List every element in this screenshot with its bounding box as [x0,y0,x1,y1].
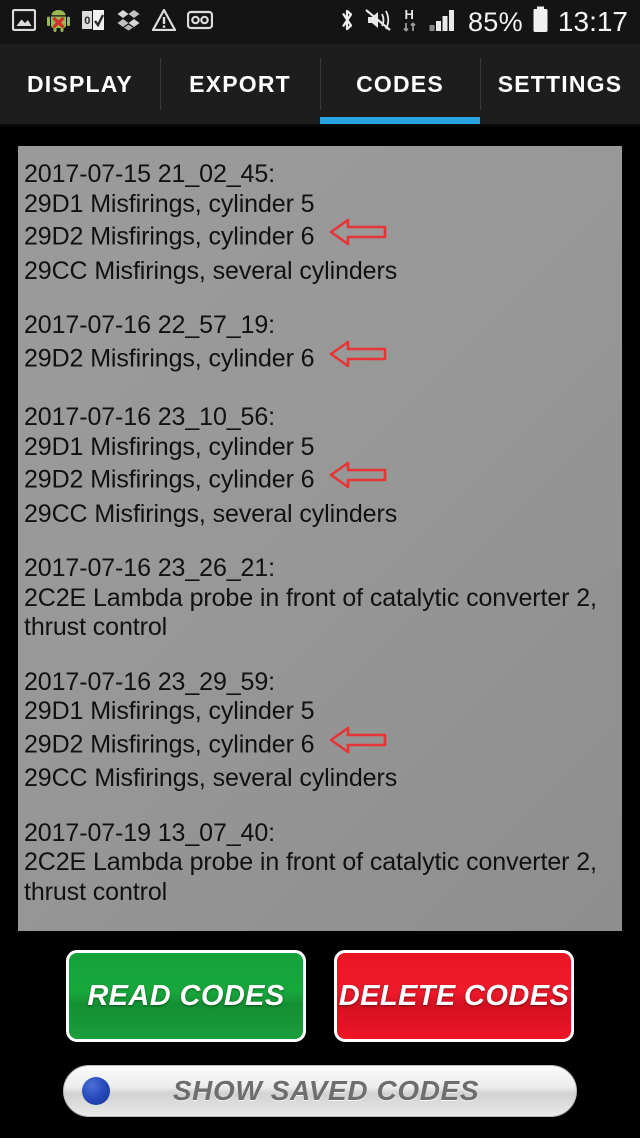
image-broken-icon [11,8,37,36]
svg-text:0: 0 [84,15,90,27]
code-entry-text: 29D1 Misfirings, cylinder 5 [24,432,315,461]
code-entry: 29D1 Misfirings, cylinder 5 [24,190,614,220]
email-icon: 0 [81,9,105,36]
status-bar: 0 H 85% 13:17 [0,0,640,44]
code-entry-text: 29D1 Misfirings, cylinder 5 [24,697,315,725]
show-saved-codes-row: SHOW SAVED CODES [0,1060,640,1122]
code-block: 2017-07-16 23_26_21: 2C2E Lambda probe in… [24,554,614,643]
read-codes-button[interactable]: READ CODES [66,950,306,1042]
code-timestamp: 2017-07-16 22_57_19: [24,311,276,339]
code-entry: 29D1 Misfirings, cylinder 5 [24,433,614,463]
dropbox-icon [116,9,141,36]
voicemail-icon [186,10,214,35]
codes-list-panel[interactable]: 2017-07-15 21_02_45: 29D1 Misfirings, cyl… [18,146,622,931]
code-entry: 29D2 Misfirings, cylinder 6 [24,725,614,765]
tab-bar-shadow [0,124,640,128]
code-block: 2017-07-16 22_57_19: 29D2 Misfirings, cyl… [24,311,614,378]
tab-codes[interactable]: CODES [320,44,480,124]
tab-display-label: DISPLAY [27,70,133,97]
code-block: 2017-07-19 13_07_40: 2C2E Lambda probe in… [24,819,614,908]
code-entry: 29D1 Misfirings, cylinder 5 [24,697,614,727]
code-entry-text: 29CC Misfirings, several cylinders [24,499,398,528]
code-entry-text: 2C2E Lambda probe in front of catalytic … [24,848,597,906]
code-timestamp: 2017-07-15 21_02_45: [24,160,276,188]
hspa-h-icon: H [401,6,420,39]
left-arrow-marker-icon [328,725,388,763]
svg-text:H: H [404,7,413,22]
delete-codes-button[interactable]: DELETE CODES [334,950,574,1042]
tab-bar: DISPLAY EXPORT CODES SETTINGS [0,44,640,124]
radio-selected-icon[interactable] [82,1077,110,1105]
show-saved-codes-button[interactable]: SHOW SAVED CODES [63,1065,577,1117]
status-bar-left-icons: 0 [11,8,214,37]
code-entry-text: 29D2 Misfirings, cylinder 6 [24,729,315,758]
status-bar-right-icons: H 85% 13:17 [339,6,628,39]
signal-bars-icon [429,8,459,37]
code-block: 2017-07-15 21_02_45: 29D1 Misfirings, cyl… [24,160,614,286]
tab-display[interactable]: DISPLAY [0,44,160,124]
warning-icon [151,8,177,36]
code-block: 2017-07-16 23_29_59: 29D1 Misfirings, cyl… [24,668,614,794]
code-entry: 29CC Misfirings, several cylinders [24,500,614,530]
left-arrow-marker-icon [328,217,388,255]
code-entry: 29CC Misfirings, several cylinders [24,764,614,794]
code-timestamp: 2017-07-16 23_26_21: [24,554,276,582]
code-entry: 29CC Misfirings, several cylinders [24,257,614,287]
code-entry-text: 29CC Misfirings, several cylinders [24,764,398,792]
battery-percent-label: 85% [467,6,523,37]
show-saved-codes-label: SHOW SAVED CODES [172,1075,480,1106]
read-codes-label: READ CODES [87,979,285,1012]
action-button-row: READ CODES DELETE CODES [0,950,640,1048]
code-entry-text: 29D1 Misfirings, cylinder 5 [24,189,315,218]
tab-settings[interactable]: SETTINGS [480,44,640,124]
code-entry: 2C2E Lambda probe in front of catalytic … [24,848,614,907]
tab-export-label: EXPORT [189,70,291,97]
code-entry-text: 29CC Misfirings, several cylinders [24,256,398,285]
mute-vibrate-icon [364,8,392,37]
left-arrow-marker-icon [328,460,388,498]
code-entry: 2C2E Lambda probe in front of catalytic … [24,584,614,643]
clock-label: 13:17 [557,6,628,37]
code-timestamp: 2017-07-16 23_10_56: [24,403,276,431]
tab-codes-label: CODES [356,70,444,97]
tab-settings-label: SETTINGS [497,70,623,97]
code-entry: 29D2 Misfirings, cylinder 6 [24,460,614,500]
code-block: 2017-07-16 23_10_56: 29D1 Misfirings, cyl… [24,403,614,529]
app-root: 0 H 85% 13:17 DISPLAY EXPORT CODES SETTI… [0,0,640,1138]
code-entry-text: 29D2 Misfirings, cylinder 6 [24,222,315,251]
code-entry-text: 2C2E Lambda probe in front of catalytic … [24,583,597,642]
android-error-icon [47,8,70,37]
left-arrow-marker-icon [328,339,388,377]
bluetooth-icon [339,7,355,38]
active-tab-indicator [320,117,480,124]
code-timestamp: 2017-07-16 23_29_59: [24,667,276,696]
code-timestamp: 2017-07-19 13_07_40: [24,818,276,847]
battery-icon [532,6,549,38]
tab-export[interactable]: EXPORT [160,44,320,124]
code-entry-text: 29D2 Misfirings, cylinder 6 [24,465,315,494]
code-entry: 29D2 Misfirings, cylinder 6 [24,217,614,257]
code-entry: 29D2 Misfirings, cylinder 6 [24,339,614,379]
code-entry-text: 29D2 Misfirings, cylinder 6 [24,343,315,372]
delete-codes-label: DELETE CODES [338,979,570,1012]
